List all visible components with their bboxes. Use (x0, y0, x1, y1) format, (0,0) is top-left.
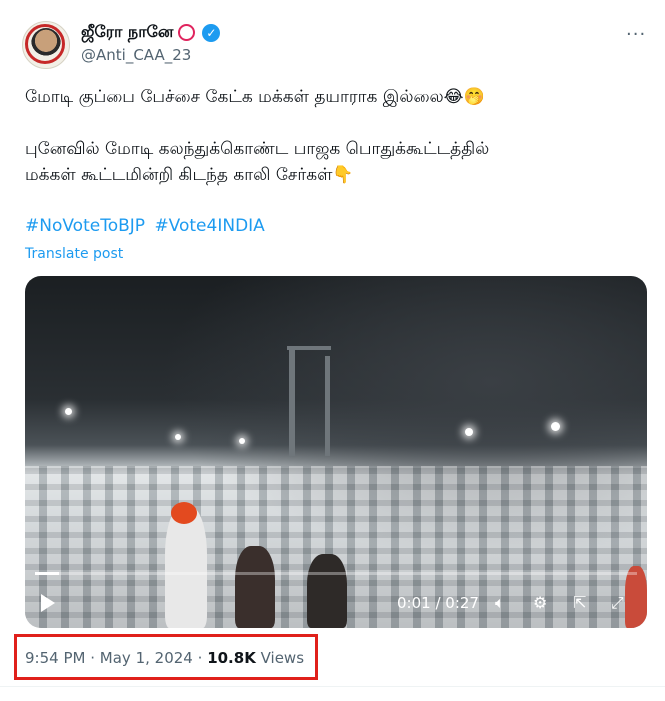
author-display-name[interactable]: ஜீரோ நானே ✓ (81, 22, 221, 43)
settings-gear-icon[interactable]: ⚙ (533, 594, 547, 612)
red-circle-icon (178, 24, 196, 41)
hashtag-link[interactable]: #NoVoteToBJP (25, 216, 145, 236)
avatar-ring (25, 24, 65, 64)
person (171, 502, 197, 524)
person (307, 554, 347, 628)
post-meta: 9:54 PM · May 1, 2024 · 10.8K Views (25, 649, 304, 667)
translate-post-link[interactable]: Translate post (25, 246, 123, 262)
author-avatar[interactable] (22, 21, 70, 69)
fullscreen-icon[interactable]: ⤢ (611, 594, 624, 612)
stadium-light (175, 434, 181, 440)
hashtags: #NoVoteToBJP #Vote4INDIA (25, 216, 269, 236)
meta-separator: · (197, 649, 203, 667)
video-progress-fill (35, 572, 60, 575)
stadium-light (465, 428, 473, 436)
person (625, 566, 647, 628)
author-handle[interactable]: @Anti_CAA_23 (81, 46, 191, 64)
tweet-line-2: புனேவில் மோடி கலந்துக்கொண்ட பாஜக பொதுக்க… (25, 139, 490, 159)
hashtag-link[interactable]: #Vote4INDIA (154, 216, 264, 236)
video-time: 0:01 / 0:27 (397, 594, 479, 612)
video-player[interactable]: 0:01 / 0:27 🔈︎ ⚙ ⇱ ⤢ (25, 276, 647, 628)
light-tower (287, 346, 331, 350)
tweet-blank-line (25, 110, 645, 136)
video-progress-bar[interactable] (35, 572, 637, 575)
light-tower (325, 356, 330, 456)
tweet-line-3: மக்கள் கூட்டமின்றி கிடந்த காலி சேர்கள்👇 (25, 165, 354, 185)
stadium-light (239, 438, 245, 444)
volume-icon[interactable]: 🔈︎ (495, 594, 505, 612)
light-tower (289, 346, 295, 456)
more-options-icon[interactable]: ··· (626, 24, 646, 45)
views-label: Views (260, 649, 305, 667)
meta-separator: · (90, 649, 96, 667)
person (165, 506, 207, 628)
post-time[interactable]: 9:54 PM (25, 649, 85, 667)
play-icon[interactable] (41, 594, 55, 612)
post-date[interactable]: May 1, 2024 (100, 649, 193, 667)
views-count: 10.8K (207, 649, 256, 667)
pop-out-icon[interactable]: ⇱ (573, 594, 586, 612)
stadium-light (65, 408, 72, 415)
tweet-line-1: மோடி குப்பை பேச்சை கேட்க மக்கள் தயாராக இ… (25, 87, 485, 107)
tweet-text: மோடி குப்பை பேச்சை கேட்க மக்கள் தயாராக இ… (25, 84, 645, 188)
person (235, 546, 275, 628)
stadium-light (551, 422, 560, 431)
display-name-text: ஜீரோ நானே (81, 22, 174, 41)
divider (0, 686, 665, 687)
verified-badge-icon: ✓ (202, 23, 221, 42)
